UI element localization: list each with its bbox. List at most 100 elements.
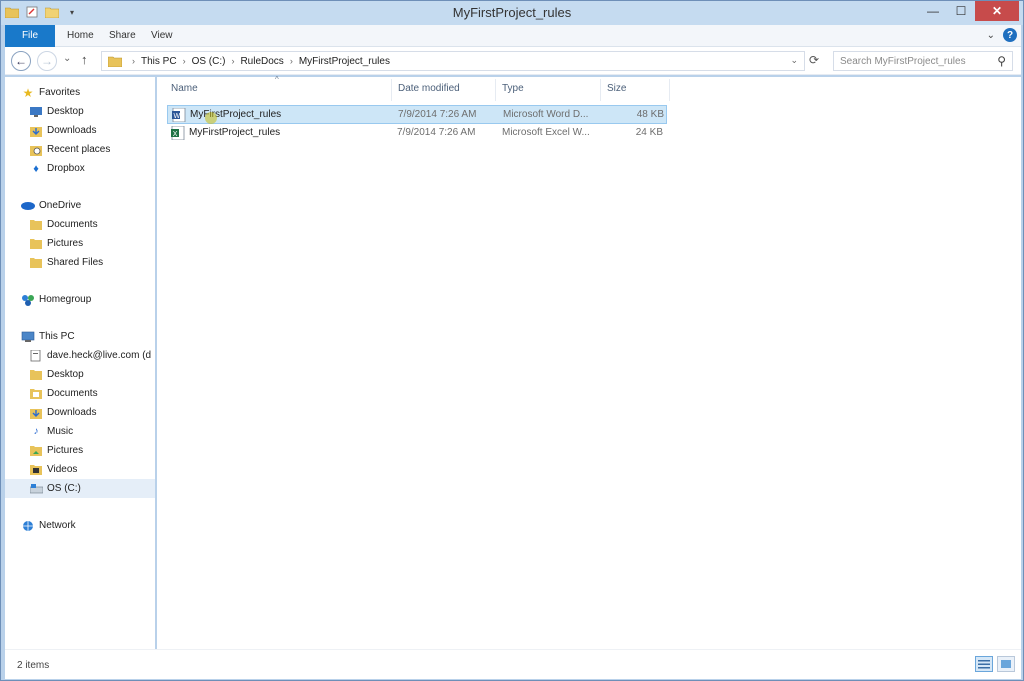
nav-this-pc-pictures[interactable]: Pictures [5, 441, 155, 460]
file-row[interactable]: W MyFirstProject_rules 7/9/2014 7:26 AM … [167, 105, 667, 124]
nav-this-pc-music[interactable]: ♪ Music [5, 422, 155, 441]
nav-label: Recent places [47, 144, 111, 155]
nav-favorites-downloads[interactable]: Downloads [5, 121, 155, 140]
tab-view[interactable]: View [139, 25, 185, 47]
item-count: 2 items [17, 660, 50, 671]
nav-onedrive[interactable]: OneDrive [5, 196, 155, 215]
nav-label: Pictures [47, 238, 84, 249]
minimize-button[interactable]: — [919, 1, 947, 21]
nav-label: Pictures [47, 445, 84, 456]
nav-network[interactable]: Network [5, 516, 155, 535]
file-type: Microsoft Word D... [503, 109, 589, 120]
word-doc-icon: W [172, 107, 186, 123]
nav-this-pc-account[interactable]: dave.heck@live.com (d [5, 346, 155, 365]
folder-icon [29, 218, 43, 232]
forward-button[interactable]: → [37, 51, 57, 71]
search-icon[interactable]: ⚲ [997, 54, 1006, 68]
nav-label: Downloads [47, 125, 97, 136]
network-icon [21, 519, 35, 533]
svg-text:X: X [173, 131, 178, 138]
network-drive-icon [29, 349, 43, 363]
file-name: MyFirstProject_rules [190, 109, 282, 120]
nav-onedrive-shared-files[interactable]: Shared Files [5, 253, 155, 272]
address-row: ← → ⌄ ↑ › This PC › OS (C:) › RuleDocs › MyF… [5, 47, 1021, 75]
navigation-pane: ★ Favorites Desktop Downloads Recent pla… [5, 77, 155, 649]
cloud-icon [21, 199, 35, 213]
chevron-right-icon: › [132, 56, 135, 66]
nav-this-pc[interactable]: This PC [5, 327, 155, 346]
nav-homegroup[interactable]: Homegroup [5, 290, 155, 309]
sort-ascending-icon: ^ [275, 75, 279, 84]
folder-icon [108, 55, 122, 67]
large-icons-view-button[interactable] [997, 656, 1015, 672]
svg-text:W: W [174, 113, 181, 120]
column-header-type[interactable]: Type [502, 83, 524, 94]
nav-this-pc-os-c[interactable]: OS (C:) [5, 479, 155, 498]
details-view-icon [978, 660, 990, 669]
homegroup-icon [21, 293, 35, 307]
nav-label: Desktop [47, 106, 84, 117]
column-divider[interactable] [669, 79, 670, 101]
column-header-size[interactable]: Size [607, 83, 626, 94]
nav-label: Documents [47, 388, 98, 399]
chevron-right-icon: › [182, 56, 186, 66]
window-controls: — ☐ ✕ [919, 1, 1019, 21]
column-divider[interactable] [495, 79, 496, 101]
file-list-pane: Name ^ Date modified Type Size W MyFirst… [157, 75, 1021, 649]
file-size: 24 KB [635, 127, 663, 138]
drive-icon [29, 482, 43, 496]
column-divider[interactable] [600, 79, 601, 101]
nav-this-pc-desktop[interactable]: Desktop [5, 365, 155, 384]
nav-this-pc-downloads[interactable]: Downloads [5, 403, 155, 422]
videos-folder-icon [29, 463, 43, 477]
nav-favorites[interactable]: ★ Favorites [5, 83, 155, 102]
column-header-name[interactable]: Name [171, 83, 198, 94]
nav-favorites-dropbox[interactable]: ♦ Dropbox [5, 159, 155, 178]
nav-favorites-recent-places[interactable]: Recent places [5, 140, 155, 159]
nav-favorites-desktop[interactable]: Desktop [5, 102, 155, 121]
downloads-folder-icon [29, 124, 43, 138]
recent-locations-chevron-icon[interactable]: ⌄ [63, 53, 71, 64]
file-date: 7/9/2014 7:26 AM [398, 109, 477, 120]
nav-label: OneDrive [39, 200, 82, 211]
mouse-cursor-highlight [205, 112, 217, 124]
breadcrumb-this-pc[interactable]: This PC [141, 56, 177, 67]
nav-label: Homegroup [39, 294, 92, 305]
nav-this-pc-documents[interactable]: Documents [5, 384, 155, 403]
file-date: 7/9/2014 7:26 AM [397, 127, 476, 138]
large-icons-view-icon [1001, 660, 1011, 668]
breadcrumb-os-c[interactable]: OS (C:) [192, 56, 226, 67]
close-button[interactable]: ✕ [975, 1, 1019, 21]
expand-ribbon-icon[interactable]: ⌄ [987, 30, 995, 41]
window-title: MyFirstProject_rules [452, 5, 572, 20]
address-dropdown-icon[interactable]: ⌄ [790, 55, 798, 66]
nav-label: Videos [47, 464, 78, 475]
computer-icon [21, 330, 35, 344]
nav-label: Dropbox [47, 163, 85, 174]
breadcrumb-ruledocs[interactable]: RuleDocs [240, 56, 283, 67]
nav-onedrive-pictures[interactable]: Pictures [5, 234, 155, 253]
nav-label: Music [47, 426, 74, 437]
address-bar[interactable]: › This PC › OS (C:) › RuleDocs › MyFirstProj… [101, 51, 805, 71]
column-header-date-modified[interactable]: Date modified [398, 83, 460, 94]
back-button[interactable]: ← [11, 51, 31, 71]
file-size: 48 KB [636, 109, 664, 120]
file-row[interactable]: X MyFirstProject_rules 7/9/2014 7:26 AM … [167, 124, 667, 143]
details-view-button[interactable] [975, 656, 993, 672]
tab-file[interactable]: File [5, 25, 55, 47]
nav-label: This PC [39, 331, 75, 342]
music-folder-icon: ♪ [33, 426, 39, 437]
up-button[interactable]: ↑ [81, 52, 88, 67]
nav-label: Documents [47, 219, 98, 230]
column-divider[interactable] [391, 79, 392, 101]
search-input[interactable]: Search MyFirstProject_rules ⚲ [833, 51, 1013, 71]
chevron-right-icon: › [231, 56, 235, 66]
nav-label: Favorites [39, 87, 81, 98]
nav-onedrive-documents[interactable]: Documents [5, 215, 155, 234]
breadcrumb-current-folder[interactable]: MyFirstProject_rules [299, 56, 390, 67]
refresh-icon[interactable]: ⟳ [809, 53, 819, 67]
documents-folder-icon [29, 387, 43, 401]
maximize-button[interactable]: ☐ [947, 1, 975, 21]
help-icon[interactable]: ? [1003, 28, 1017, 42]
nav-this-pc-videos[interactable]: Videos [5, 460, 155, 479]
